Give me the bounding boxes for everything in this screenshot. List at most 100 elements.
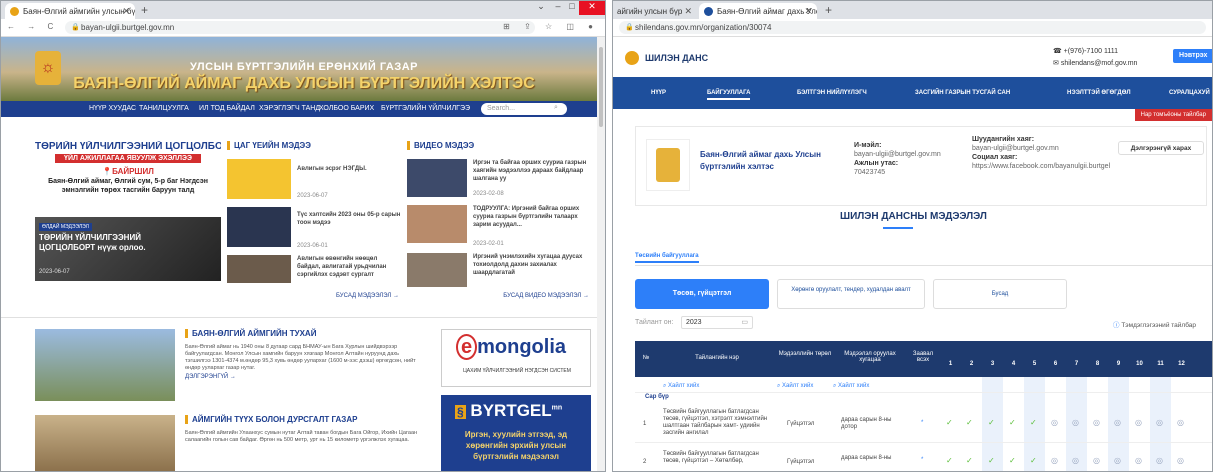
more-news-link[interactable]: БУСАД МЭДЭЭЛЭЛ → xyxy=(336,293,399,299)
menu-item-transparency[interactable]: ИЛ ТОД БАЙДАЛ xyxy=(199,105,255,112)
year-select[interactable]: 2023 ▭ xyxy=(681,316,753,329)
new-tab-icon[interactable]: + xyxy=(825,3,832,17)
url-field[interactable]: 🔒 bayan-ulgii.burtgel.gov.mn xyxy=(65,21,535,34)
nav-buttons-icon[interactable]: ← → C xyxy=(7,22,58,31)
tab-budget-performance[interactable]: Төсөв, гүйцэтгэл xyxy=(635,279,769,309)
menu-item-users[interactable]: ХЭРЭГЛЭГЧ ТАНД xyxy=(259,105,320,112)
check-icon[interactable]: ✓ xyxy=(946,456,953,465)
pending-icon[interactable]: ◎ xyxy=(1072,418,1079,427)
check-icon[interactable]: ✓ xyxy=(1009,418,1016,427)
browser-tools-icon[interactable]: ⊞ ⇪ ☆ ◫ ● xyxy=(503,22,599,31)
tab-shilendans[interactable]: Баян-Өлгий аймаг дахь Улсын ✕ xyxy=(699,3,817,19)
org-email[interactable]: bayan-ulgii@burtgel.gov.mn xyxy=(854,150,941,159)
pending-icon[interactable]: ◎ xyxy=(1177,456,1184,465)
video-title-1[interactable]: Иргэн та байгаа орших сууриа газрын хаяг… xyxy=(473,159,591,183)
pending-icon[interactable]: ◎ xyxy=(1135,456,1142,465)
month-8: 8 xyxy=(1095,361,1100,367)
more-videos-link[interactable]: БУСАД ВИДЕО МЭДЭЭЛЭЛ → xyxy=(503,293,589,299)
subtab-budget-org[interactable]: Төсвийн байгууллага xyxy=(635,253,699,263)
login-button[interactable]: Нэвтрэх xyxy=(1173,49,1212,63)
scrollbar-thumb[interactable] xyxy=(599,47,603,127)
chevron-down-icon[interactable]: ⌄ xyxy=(533,1,549,15)
table-row[interactable]: 2 Төсвийн байгууллагын батлагдсан төсөв,… xyxy=(635,445,1212,471)
menu-item-open-data[interactable]: НЭЭЛТТЭЙ ӨГӨГДӨЛ xyxy=(1067,90,1131,96)
row-name[interactable]: Төсвийн байгууллагын батлагдсан төсөв, г… xyxy=(663,409,773,437)
pending-icon[interactable]: ◎ xyxy=(1072,456,1079,465)
check-icon[interactable]: ✓ xyxy=(1030,418,1037,427)
menu-item-special-fund[interactable]: ЗАСГИЙН ГАЗРЫН ТУСГАЙ САН xyxy=(915,90,1010,96)
search-name-input[interactable]: ⌕ Хайлт хийх xyxy=(663,383,699,390)
about-heading: БАЯН-ӨЛГИЙ АЙМГИЙН ТУХАЙ xyxy=(185,329,425,338)
menu-item-learning[interactable]: СУРАЛЦАХУЙ xyxy=(1169,90,1210,96)
url-field-2[interactable]: 🔒 shilendans.gov.mn/organization/30074 xyxy=(619,21,1206,34)
news-thumb-1[interactable] xyxy=(227,159,291,199)
check-icon[interactable]: ✓ xyxy=(1009,456,1016,465)
tab-burtgel[interactable]: Баян-Өлгий аймгийн улсын бүр ✕ xyxy=(5,3,135,19)
check-icon[interactable]: ✓ xyxy=(966,456,973,465)
video-thumb-3[interactable] xyxy=(407,253,467,287)
site-name[interactable]: ШИЛЭН ДАНС xyxy=(645,53,708,63)
pending-icon[interactable]: ◎ xyxy=(1135,418,1142,427)
check-icon[interactable]: ✓ xyxy=(988,418,995,427)
menu-item-services[interactable]: БҮРТГЭЛИЙН ҮЙЛЧИЛГЭЭ xyxy=(381,105,470,112)
search-icon[interactable]: ⌕ xyxy=(554,104,558,112)
pending-icon[interactable]: ◎ xyxy=(1093,418,1100,427)
video-thumb-2[interactable] xyxy=(407,205,467,243)
news-thumb-3[interactable] xyxy=(227,255,291,283)
year-label: Тайлант он: xyxy=(635,319,674,326)
legend-red-button[interactable]: Нар томъёоны тайлбар xyxy=(1134,109,1212,121)
pending-icon[interactable]: ◎ xyxy=(1093,456,1100,465)
check-icon[interactable]: ✓ xyxy=(1030,456,1037,465)
news-title-1[interactable]: Авлигын эсрэг НЭГДЫ. xyxy=(297,165,401,173)
menu-item-intro[interactable]: ТАНИЛЦУУЛГА xyxy=(139,105,189,112)
tab-other[interactable]: Бусад xyxy=(933,279,1067,309)
menu-item-home[interactable]: НҮҮР xyxy=(651,90,666,96)
tab-prev[interactable]: айгийн улсын бүр ✕ xyxy=(613,3,697,19)
pending-icon[interactable]: ◎ xyxy=(1051,418,1058,427)
org-logo-icon xyxy=(646,139,690,191)
search-type-input[interactable]: ⌕ Хайлт хийх xyxy=(777,383,813,390)
menu-item-organization[interactable]: БАЙГУУЛЛАГА xyxy=(707,90,751,100)
pending-icon[interactable]: ◎ xyxy=(1156,456,1163,465)
emongolia-ad[interactable]: e mongolia ЦАХИМ ҮЙЛЧИЛГЭЭНИЙ НЭГДСЭН СИС… xyxy=(441,329,591,387)
news-thumb-2[interactable] xyxy=(227,207,291,247)
maximize-icon[interactable]: □ xyxy=(565,1,579,15)
close-tab-icon[interactable]: ✕ xyxy=(684,6,692,17)
tab-investment[interactable]: Хөрөнгө оруулалт, тендер, худалдан авалт xyxy=(777,279,925,309)
service-photo[interactable]: ӨЛДАЙ МЭДЭЭЛЭЛ ТӨРИЙН ҮЙЛЧИЛГЭЭНИЙ ЦОГЦО… xyxy=(35,217,221,281)
video-title-2[interactable]: ТОДРУУЛГА: Иргэний байгаа орших сууриа г… xyxy=(473,205,591,229)
video-title-3[interactable]: Иргэний үнэмлэхийн хугацаа дуусах тохиол… xyxy=(473,253,591,277)
burtgel-brand: BYRTGEL xyxy=(470,401,552,420)
close-tab-icon[interactable]: ✕ xyxy=(122,6,130,17)
menu-item-suppliers[interactable]: БЭЛТГЭН НИЙЛҮҮЛЭГЧ xyxy=(797,90,867,96)
news-title-2[interactable]: Түс хэлтсийн 2023 оны 05-р сарын тоон мэ… xyxy=(297,211,401,227)
close-tab-icon[interactable]: ✕ xyxy=(804,6,812,17)
minimize-icon[interactable]: – xyxy=(551,1,565,15)
burtgel-ad[interactable]: § BYRTGELmn Иргэн, хуулийн этгээд, эд хө… xyxy=(441,395,591,471)
check-icon[interactable]: ✓ xyxy=(988,456,995,465)
shilendans-logo-icon[interactable] xyxy=(625,51,639,65)
emongolia-logo: e mongolia xyxy=(456,334,566,360)
close-window-icon[interactable]: ✕ xyxy=(579,1,605,15)
pending-icon[interactable]: ◎ xyxy=(1177,418,1184,427)
about-more-link[interactable]: ДЭЛГЭРЭНГҮЙ → xyxy=(185,374,425,380)
table-row[interactable]: 1 Төсвийн байгууллагын батлагдсан төсөв,… xyxy=(635,405,1212,443)
pending-icon[interactable]: ◎ xyxy=(1114,456,1121,465)
video-thumb-1[interactable] xyxy=(407,159,467,197)
check-icon[interactable]: ✓ xyxy=(946,418,953,427)
page-scrollbar[interactable] xyxy=(597,37,605,471)
pending-icon[interactable]: ◎ xyxy=(1156,418,1163,427)
pending-icon[interactable]: ◎ xyxy=(1051,456,1058,465)
new-tab-icon[interactable]: + xyxy=(141,3,148,17)
menu-item-contact[interactable]: ХОЛБОО БАРИХ xyxy=(319,105,374,112)
row-name[interactable]: Төсвийн байгууллагын батлагдсан төсөв, г… xyxy=(663,451,773,465)
details-button[interactable]: Дэлгэрэнгүй харах xyxy=(1118,141,1204,155)
pending-icon[interactable]: ◎ xyxy=(1114,418,1121,427)
legend-link[interactable]: ⓘ Тэмдэглэгээний тайлбар xyxy=(1113,319,1196,329)
menu-item-home[interactable]: НҮҮР ХУУДАС xyxy=(89,105,136,112)
service-caption[interactable]: ТӨРИЙН ҮЙЛЧИЛГЭЭНИЙ ЦОГЦОЛБОРТ нүүж орло… xyxy=(39,233,169,253)
org-social-value[interactable]: https://www.facebook.com/bayanulgii.burt… xyxy=(972,162,1112,171)
news-title-3[interactable]: Авлигын өвөнгийн нөөцөл байдал, авлигата… xyxy=(297,255,401,279)
search-deadline-input[interactable]: ⌕ Хайлт хийх xyxy=(833,383,869,390)
check-icon[interactable]: ✓ xyxy=(966,418,973,427)
